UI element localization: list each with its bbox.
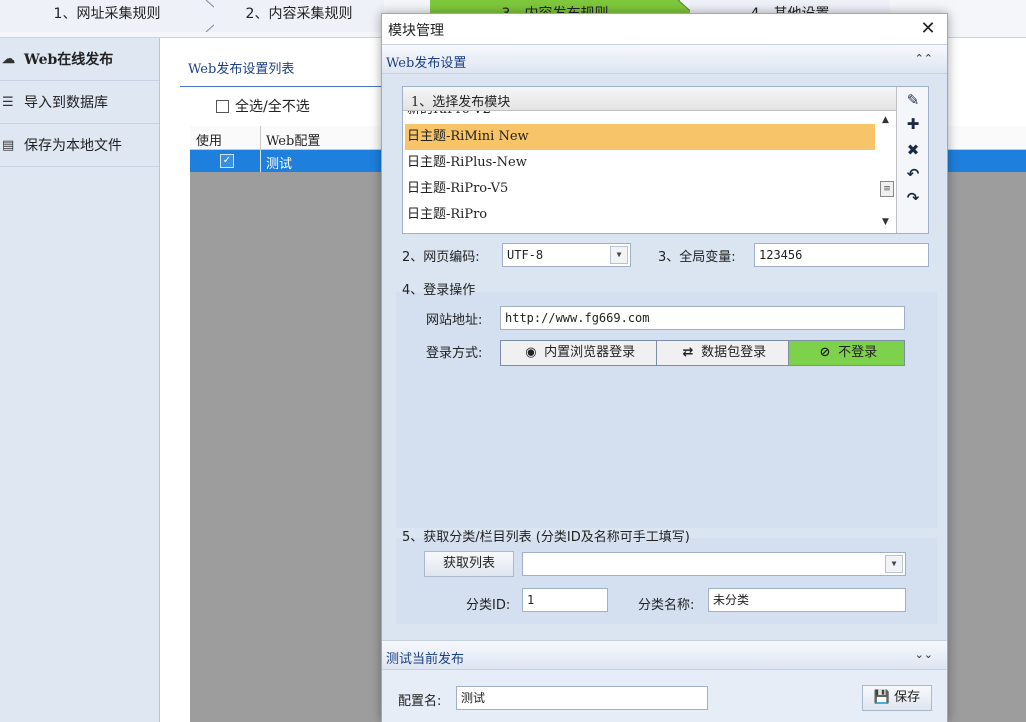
section-title: 测试当前发布: [386, 652, 465, 667]
fetch-list-button[interactable]: 获取列表: [424, 551, 514, 577]
dialog-footer: 配置名: 测试 💾 保存: [382, 670, 947, 722]
chevron-down-icon[interactable]: ⌄⌄: [915, 648, 933, 661]
encoding-value: UTF-8: [507, 248, 544, 262]
list-item[interactable]: 日主题-RiPlus-New: [405, 150, 875, 176]
site-url-input[interactable]: http://www.fg669.com: [500, 306, 905, 330]
redo-icon[interactable]: ↷: [897, 189, 929, 207]
sidebar: ☁ Web在线发布 ☰ 导入到数据库 ▤ 保存为本地文件: [0, 38, 160, 722]
close-icon[interactable]: ✕: [917, 18, 939, 39]
category-id-input[interactable]: 1: [522, 588, 608, 612]
login-method-label: 登录方式:: [426, 346, 483, 361]
divider: [260, 126, 261, 150]
chevron-up-icon[interactable]: ⌃⌃: [915, 52, 933, 65]
column-header-config[interactable]: Web配置: [266, 130, 320, 149]
column-header-use[interactable]: 使用: [196, 130, 222, 149]
sidebar-item-save-local[interactable]: ▤ 保存为本地文件: [0, 124, 159, 167]
select-all-label: 全选/全不选: [235, 99, 310, 115]
category-name-label: 分类名称:: [638, 598, 695, 613]
module-manager-dialog: 模块管理 ✕ Web发布设置 ⌃⌃ 1、选择发布模块 新的RiPro-V2 日主…: [381, 13, 948, 722]
module-list-title: 1、选择发布模块: [411, 95, 511, 110]
step-tab-url-rules[interactable]: 1、网址采集规则: [0, 0, 214, 32]
login-group-title: 4、登录操作: [402, 283, 476, 298]
button-label: 内置浏览器登录: [544, 345, 636, 360]
global-var-label: 3、全局变量:: [658, 250, 736, 265]
file-icon: ▤: [2, 137, 15, 153]
shuffle-icon: ⇄: [682, 345, 694, 360]
chevron-down-icon[interactable]: ▼: [610, 246, 628, 264]
category-select[interactable]: ▼: [522, 552, 906, 576]
undo-icon[interactable]: ↶: [897, 165, 929, 183]
scroll-up-icon[interactable]: ▲: [882, 115, 889, 125]
ban-icon: ⊘: [819, 345, 831, 360]
site-url-label: 网站地址:: [426, 313, 483, 328]
list-title: Web发布设置列表: [188, 62, 295, 77]
divider: [180, 86, 390, 87]
section-title: Web发布设置: [386, 56, 467, 71]
button-label: 不登录: [838, 345, 878, 360]
row-checkbox[interactable]: ✓: [220, 154, 234, 168]
list-item[interactable]: 日主题-RiPro-V5: [405, 176, 875, 202]
dialog-titlebar[interactable]: 模块管理 ✕: [382, 14, 947, 44]
step-tab-content-rules[interactable]: 2、内容采集规则: [214, 0, 384, 32]
module-list[interactable]: 新的RiPro-V2 日主题-RiMini New 日主题-RiPlus-New…: [403, 111, 878, 233]
cloud-upload-icon: ☁: [2, 51, 15, 67]
row-config-name: 测试: [266, 157, 293, 172]
packet-login-button[interactable]: ⇄ 数据包登录: [657, 341, 789, 365]
config-name-label: 配置名:: [398, 694, 442, 709]
module-list-box: 1、选择发布模块 新的RiPro-V2 日主题-RiMini New 日主题-R…: [402, 86, 929, 234]
builtin-browser-login-button[interactable]: ◉ 内置浏览器登录: [501, 341, 657, 365]
login-method-segmented: ◉ 内置浏览器登录 ⇄ 数据包登录 ⊘ 不登录: [500, 340, 905, 366]
save-button[interactable]: 💾 保存: [862, 685, 932, 711]
sidebar-item-label: Web在线发布: [24, 52, 114, 68]
global-var-input[interactable]: 123456: [754, 243, 929, 267]
module-list-header: 1、选择发布模块: [403, 87, 896, 111]
edit-icon[interactable]: ✎: [897, 91, 929, 109]
save-icon: 💾: [873, 690, 891, 705]
list-item[interactable]: 日主题-RiPro: [405, 202, 875, 228]
button-label: 数据包登录: [701, 345, 767, 360]
section-header-test-publish[interactable]: 测试当前发布 ⌄⌄: [382, 640, 947, 670]
list-item[interactable]: 新的RiPro-V2: [405, 111, 875, 123]
globe-icon: ◉: [525, 345, 537, 360]
scrollbar-thumb[interactable]: ≡: [880, 181, 894, 197]
sidebar-item-import-db[interactable]: ☰ 导入到数据库: [0, 81, 159, 124]
list-item-selected[interactable]: 日主题-RiMini New: [405, 124, 875, 150]
select-all-checkbox[interactable]: 全选/全不选: [216, 96, 310, 116]
no-login-button[interactable]: ⊘ 不登录: [789, 341, 904, 365]
save-button-label: 保存: [894, 690, 921, 705]
chevron-down-icon[interactable]: ▼: [885, 555, 903, 573]
database-icon: ☰: [2, 94, 14, 110]
checkbox-box[interactable]: [216, 99, 229, 113]
sidebar-item-label: 导入到数据库: [24, 95, 108, 111]
section-header-web-publish[interactable]: Web发布设置 ⌃⌃: [382, 44, 947, 74]
category-id-label: 分类ID:: [466, 598, 511, 613]
module-toolbar: ✎ ✚ ✖ ↶ ↷: [896, 87, 928, 233]
divider: [260, 150, 261, 172]
config-name-input[interactable]: 测试: [456, 686, 708, 710]
encoding-label: 2、网页编码:: [402, 250, 480, 265]
category-name-input[interactable]: 未分类: [708, 588, 906, 612]
module-list-scrollbar[interactable]: ▲ ≡ ▼: [878, 111, 896, 233]
delete-icon[interactable]: ✖: [897, 141, 929, 159]
scroll-down-icon[interactable]: ▼: [882, 217, 889, 227]
encoding-select[interactable]: UTF-8 ▼: [502, 243, 631, 267]
category-group-title: 5、获取分类/栏目列表 (分类ID及名称可手工填写): [402, 530, 690, 545]
sidebar-item-label: 保存为本地文件: [24, 138, 122, 154]
dialog-title: 模块管理: [388, 23, 444, 39]
sidebar-item-web-publish[interactable]: ☁ Web在线发布: [0, 38, 159, 81]
add-icon[interactable]: ✚: [897, 115, 929, 133]
